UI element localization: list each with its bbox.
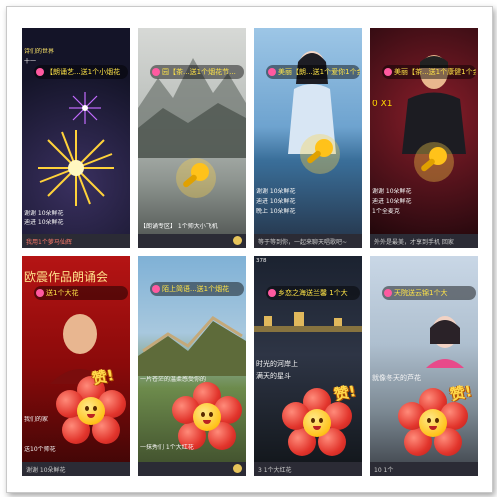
bottom-bar: 外外是最美，才享到手机 回家 xyxy=(370,234,478,248)
live-room-tile-3[interactable]: 美丽【朗...送1个爱你1个金 谢谢 10朵鲜花 迪进 10朵鲜花 晚上 10朵… xyxy=(254,28,362,248)
collage-frame: 诗们的世界 十一 【朗诵艺...送1个小烟花 谢谢 10朵鲜花 迪进 10朵鲜花… xyxy=(6,6,493,493)
gift-banner: 美丽【茶...送1个康健1个金麦 xyxy=(382,65,476,79)
bottom-bar-text: 3 1个大红花 xyxy=(258,467,292,474)
avatar xyxy=(152,68,160,76)
bottom-bar-text: 谢谢 10朵鲜花 xyxy=(26,467,66,474)
tile-top-line: 诗们的世界 xyxy=(24,48,55,55)
harbour-image xyxy=(254,312,362,332)
bottom-bar xyxy=(138,462,246,476)
live-room-tile-8[interactable]: 天院送云锦1个大 就像冬天的芦花 赞! 10 1个 xyxy=(370,256,478,476)
caption-line: 时光的河岸上 xyxy=(256,360,298,368)
gift-banner-text: 送1个大花 xyxy=(46,289,79,297)
chat-line: 迪进 10朵鲜花 xyxy=(24,219,64,226)
greatwall-image xyxy=(138,316,246,376)
bottom-bar-text: 外外是最美，才享到手机 回家 xyxy=(374,239,454,246)
gift-icon[interactable] xyxy=(233,464,242,473)
firework-small-icon xyxy=(69,92,101,124)
like-burst: 赞! xyxy=(90,365,116,389)
bottom-bar-text: 我用1个萝马仙辉 xyxy=(26,239,72,246)
gift-banner-text: 乡恋之海送兰馨 1个大 xyxy=(278,289,348,297)
chat-line: 迪进 10朵鲜花 xyxy=(256,198,296,205)
live-room-tile-1[interactable]: 诗们的世界 十一 【朗诵艺...送1个小烟花 谢谢 10朵鲜花 迪进 10朵鲜花… xyxy=(22,28,130,248)
bottom-bar-text: 等于等到你，一起来聊天唱歌吧~ xyxy=(258,239,348,246)
chat-line: 谢谢 10朵鲜花 xyxy=(372,188,412,195)
bottom-bar-text: 10 1个 xyxy=(374,467,394,474)
live-room-tile-6[interactable]: 陌上简语...送1个烟花 一片苍茫的温柔感受你的 一抹秀们 1个大红花 xyxy=(138,256,246,476)
gift-banner-text: 美丽【朗...送1个爱你1个金 xyxy=(278,68,360,76)
chat-line: 送10个帅花 xyxy=(24,446,56,453)
chat-line: 【朗诵专区】 1个帅大小飞机 xyxy=(140,223,218,230)
bottom-bar: 谢谢 10朵鲜花 xyxy=(22,462,130,476)
bottom-bar: 等于等到你，一起来聊天唱歌吧~ xyxy=(254,234,362,248)
gift-banner-text: 天院送云锦1个大 xyxy=(394,289,448,297)
avatar xyxy=(152,285,160,293)
bottom-bar: 我用1个萝马仙辉 xyxy=(22,234,130,248)
gift-banner: 美丽【朗...送1个爱你1个金 xyxy=(266,65,360,79)
chat-line: 谢谢 10朵鲜花 xyxy=(256,188,296,195)
like-burst: 赞! xyxy=(448,381,474,405)
gift-count: 0 X1 xyxy=(372,100,393,108)
gift-icon[interactable] xyxy=(233,236,242,245)
chat-line: 我们的家 xyxy=(24,416,49,423)
chat-line: 迪进 10朵鲜花 xyxy=(372,198,412,205)
gift-banner-text: 【朗诵艺...送1个小烟花 xyxy=(46,68,121,76)
gift-banner-text: 美丽【茶...送1个康健1个金麦 xyxy=(394,68,476,76)
bottom-bar: 10 1个 xyxy=(370,462,478,476)
streamer-photo xyxy=(426,316,464,368)
viewer-count: 378 xyxy=(256,258,267,264)
streamer-photo xyxy=(402,55,466,154)
avatar xyxy=(268,289,276,297)
gift-banner-text: 陌上简语...送1个烟花 xyxy=(162,285,230,293)
live-room-tile-5[interactable]: 欧震作品朗诵会 送1个大花 赞! 我们的家 送10个帅花 谢谢 10朵鲜花 xyxy=(22,256,130,476)
event-title: 欧震作品朗诵会 xyxy=(24,270,109,284)
bottom-bar: 3 1个大红花 xyxy=(254,462,362,476)
avatar xyxy=(384,68,392,76)
live-room-tile-7[interactable]: 378 乡恋之海送兰馨 1个大 时光的河岸上 满天的星斗 赞! 3 1个大红花 xyxy=(254,256,362,476)
gift-banner: 陌上简语...送1个烟花 xyxy=(150,282,244,296)
live-room-tile-4[interactable]: 0 X1 美丽【茶...送1个康健1个金麦 谢谢 10朵鲜花 迪进 10朵鲜花 … xyxy=(370,28,478,248)
gift-banner: 园【茶...送1个烟花节... xyxy=(150,65,244,79)
flower-gift-icon xyxy=(56,376,126,446)
flower-gift-icon xyxy=(172,382,242,452)
gift-banner-text: 园【茶...送1个烟花节... xyxy=(162,68,236,76)
like-burst: 赞! xyxy=(332,381,358,405)
microphone-gift-icon xyxy=(300,134,340,174)
chat-line: 谢谢 10朵鲜花 xyxy=(24,210,64,217)
chat-line: 一抹秀们 1个大红花 xyxy=(140,444,194,451)
gift-banner: 【朗诵艺...送1个小烟花 xyxy=(34,65,128,79)
avatar xyxy=(36,289,44,297)
bottom-bar xyxy=(138,234,246,248)
gift-banner: 送1个大花 xyxy=(34,286,128,300)
avatar xyxy=(384,289,392,297)
avatar xyxy=(36,68,44,76)
avatar xyxy=(268,68,276,76)
firework-big-icon xyxy=(38,130,114,206)
microphone-gift-icon xyxy=(414,142,454,182)
chat-line: 1个全麦克 xyxy=(372,208,400,215)
chat-line: 晚上 10朵鲜花 xyxy=(256,208,296,215)
gift-banner: 天院送云锦1个大 xyxy=(382,286,476,300)
caption-line: 满天的星斗 xyxy=(256,372,291,380)
gift-banner: 乡恋之海送兰馨 1个大 xyxy=(266,286,360,300)
microphone-gift-icon xyxy=(176,158,216,198)
live-room-tile-2[interactable]: 园【茶...送1个烟花节... 【朗诵专区】 1个帅大小飞机 xyxy=(138,28,246,248)
